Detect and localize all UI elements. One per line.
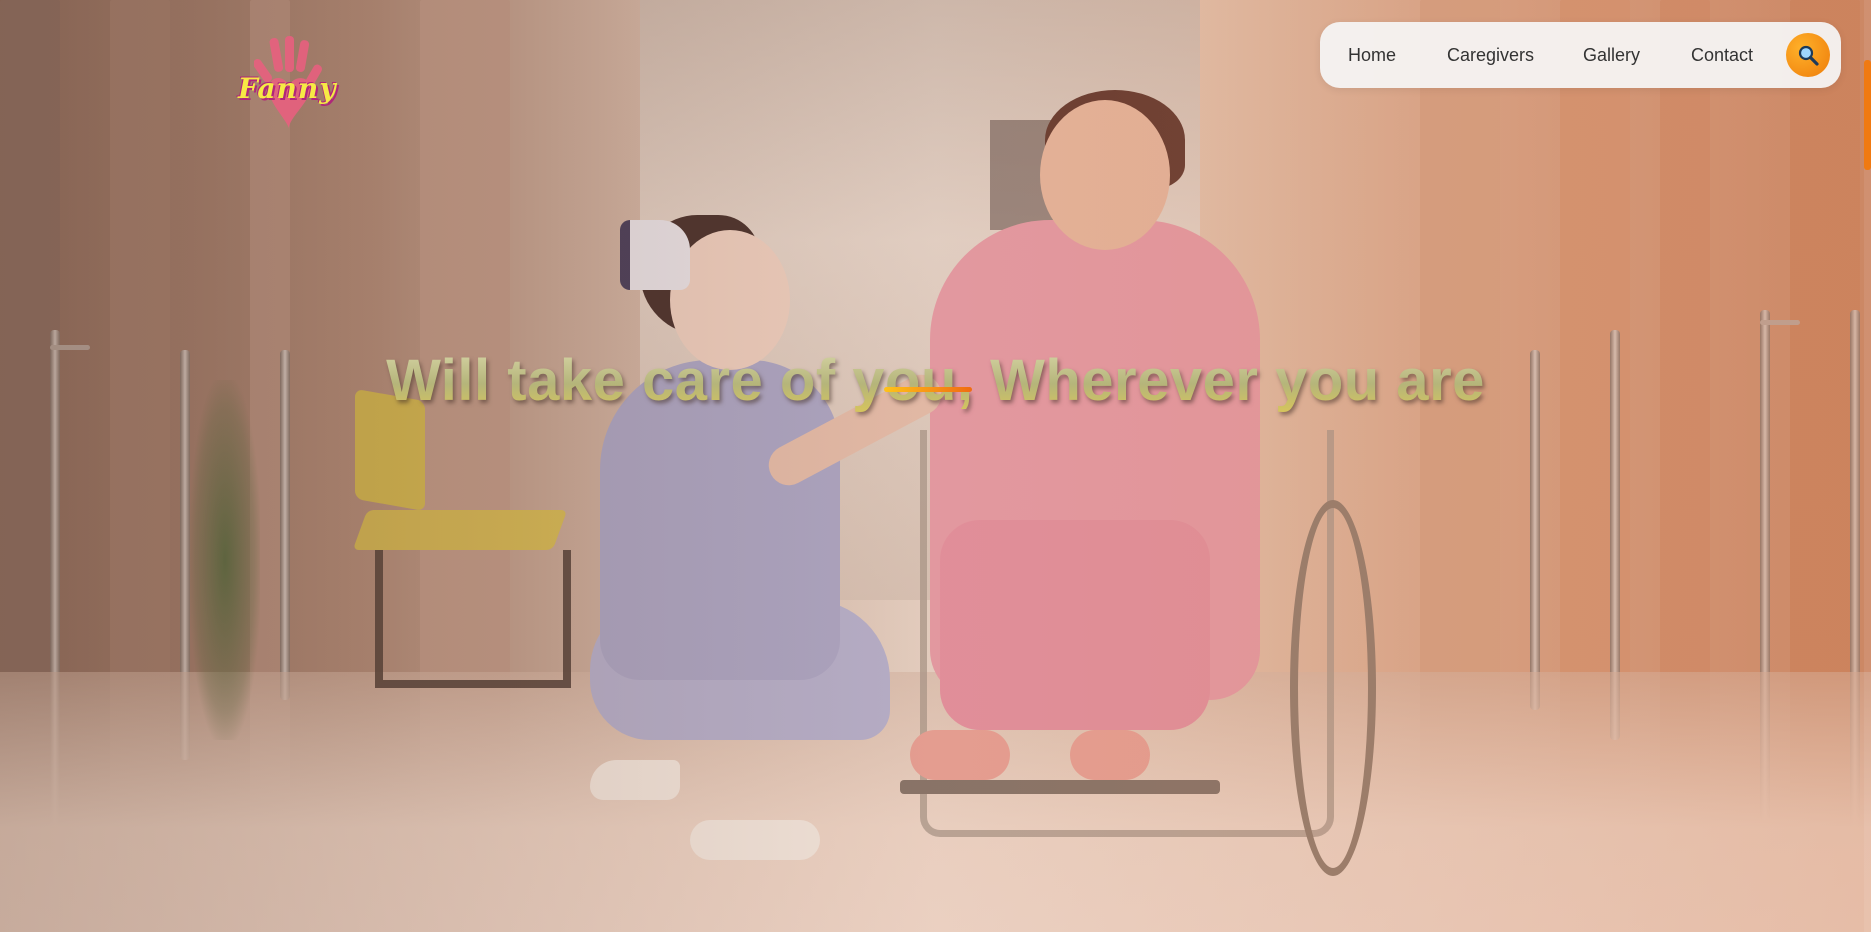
- logo-text: Fanny: [238, 72, 337, 105]
- search-icon: [1798, 45, 1819, 66]
- nav-item-home[interactable]: Home: [1348, 45, 1396, 66]
- nav-item-contact[interactable]: Contact: [1691, 45, 1753, 66]
- page-scrollbar[interactable]: [1864, 0, 1871, 932]
- search-button[interactable]: [1786, 33, 1830, 77]
- nav-item-caregivers[interactable]: Caregivers: [1447, 45, 1534, 66]
- headline-underline: [884, 387, 972, 392]
- nav-item-gallery[interactable]: Gallery: [1583, 45, 1640, 66]
- hero-headline: Will take care of you, Wherever you are: [0, 347, 1871, 414]
- scrollbar-thumb[interactable]: [1864, 60, 1871, 170]
- site-logo[interactable]: Fanny: [232, 32, 362, 137]
- hero-background-image: [0, 0, 1871, 932]
- main-navigation: Home Caregivers Gallery Contact: [1320, 22, 1841, 88]
